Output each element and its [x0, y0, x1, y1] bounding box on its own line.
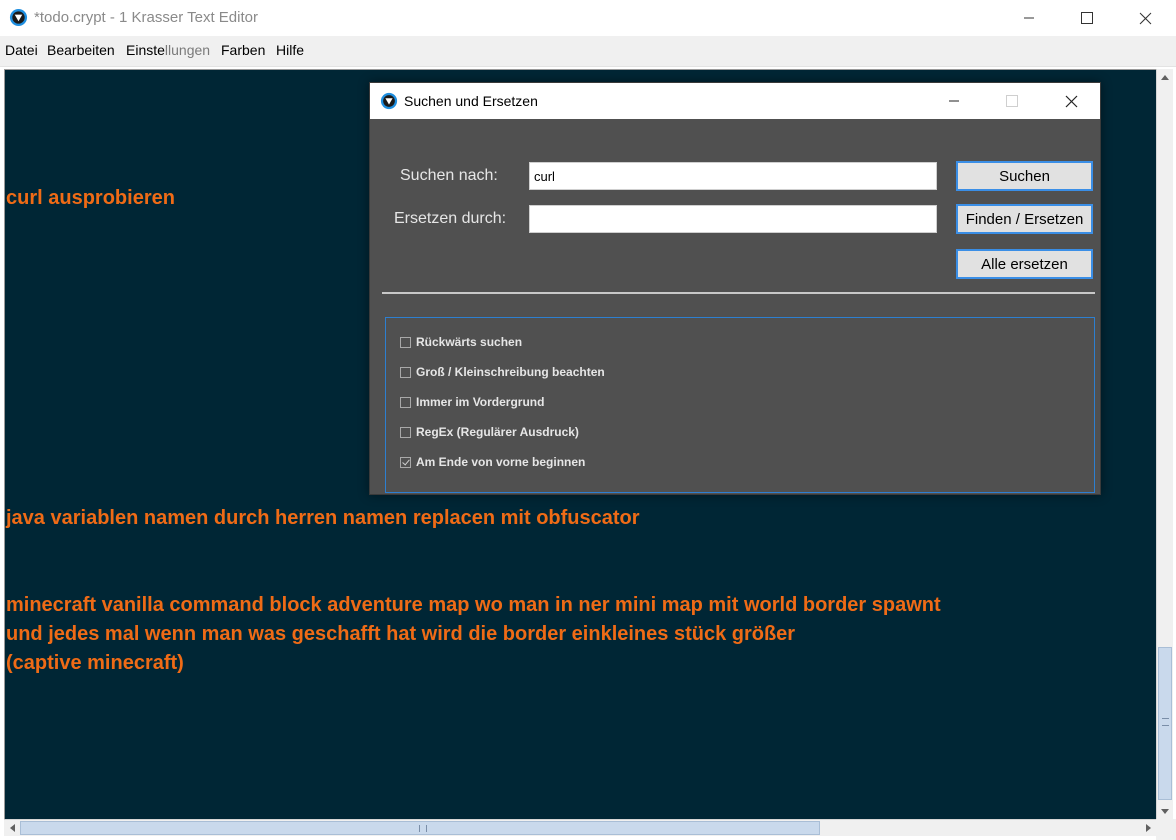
window-title: *todo.crypt - 1 Krasser Text Editor — [34, 9, 258, 26]
option-label: RegEx (Regulärer Ausdruck) — [416, 425, 579, 439]
dialog-close-button[interactable] — [1042, 83, 1100, 119]
grip-icon — [419, 825, 427, 832]
option-match-case[interactable]: Groß / Kleinschreibung beachten — [400, 364, 605, 380]
find-replace-button[interactable]: Finden / Ersetzen — [956, 204, 1093, 234]
scrollbar-corner — [1156, 819, 1176, 840]
checkbox[interactable] — [400, 396, 411, 408]
editor-line: java variablen namen durch herren namen … — [6, 507, 640, 529]
scroll-right-arrow[interactable] — [1140, 820, 1156, 836]
menu-einstellungen-part1: Einste — [126, 42, 165, 58]
app-logo-icon — [9, 8, 28, 27]
menu-farben[interactable]: Farben — [221, 42, 265, 58]
option-label: Groß / Kleinschreibung beachten — [416, 365, 605, 379]
scroll-down-arrow[interactable] — [1157, 803, 1173, 819]
option-always-on-top[interactable]: Immer im Vordergrund — [400, 394, 544, 410]
menu-bearbeiten[interactable]: Bearbeiten — [47, 42, 115, 58]
menu-einstellungen[interactable]: Einstellungen — [126, 42, 210, 58]
arrow-up-icon — [1161, 74, 1169, 80]
horizontal-scrollbar[interactable] — [4, 819, 1156, 836]
option-regex[interactable]: RegEx (Regulärer Ausdruck) — [400, 424, 579, 440]
option-wrap-around[interactable]: Am Ende von vorne beginnen — [400, 454, 585, 470]
minimize-icon — [1024, 17, 1034, 19]
close-icon — [1065, 95, 1077, 107]
search-input[interactable] — [529, 162, 937, 190]
dialog-minimize-button[interactable] — [925, 83, 983, 119]
replace-label: Ersetzen durch: — [394, 210, 507, 227]
search-replace-dialog: Suchen und Ersetzen Suchen nach: Ersetze… — [369, 82, 1101, 495]
search-button[interactable]: Suchen — [956, 161, 1093, 191]
separator — [382, 292, 1095, 294]
grip-icon — [1162, 718, 1169, 726]
app-logo-icon — [380, 92, 398, 110]
checkbox[interactable] — [400, 426, 411, 438]
option-label: Immer im Vordergrund — [416, 395, 545, 409]
search-label: Suchen nach: — [400, 167, 498, 184]
maximize-button[interactable] — [1058, 0, 1116, 36]
menu-datei[interactable]: Datei — [5, 42, 38, 58]
editor-line: minecraft vanilla command block adventur… — [6, 594, 941, 616]
editor-line: curl ausprobieren — [6, 187, 175, 209]
maximize-icon — [1081, 12, 1093, 24]
arrow-down-icon — [1161, 808, 1169, 814]
options-panel: Rückwärts suchen Groß / Kleinschreibung … — [385, 317, 1095, 493]
option-label: Am Ende von vorne beginnen — [416, 455, 586, 469]
menu-bar: Datei Bearbeiten Einstellungen Farben Hi… — [0, 36, 1176, 67]
arrow-right-icon — [1145, 824, 1151, 832]
menu-einstellungen-part2: llungen — [164, 42, 211, 58]
option-label: Rückwärts suchen — [416, 335, 523, 349]
minimize-button[interactable] — [1000, 0, 1058, 36]
scroll-up-arrow[interactable] — [1157, 69, 1173, 85]
dialog-maximize-button — [983, 83, 1041, 119]
title-bar: *todo.crypt - 1 Krasser Text Editor — [0, 0, 1176, 36]
option-backwards-search[interactable]: Rückwärts suchen — [400, 334, 522, 350]
close-icon — [1139, 12, 1151, 24]
checkbox-checked[interactable] — [400, 456, 411, 468]
dialog-title: Suchen und Ersetzen — [404, 93, 538, 109]
editor-line: (captive minecraft) — [6, 652, 184, 674]
scroll-left-arrow[interactable] — [4, 820, 20, 836]
menu-hilfe[interactable]: Hilfe — [276, 42, 304, 58]
checkbox[interactable] — [400, 336, 411, 348]
replace-all-button[interactable]: Alle ersetzen — [956, 249, 1093, 279]
vertical-scroll-thumb[interactable] — [1158, 647, 1172, 800]
horizontal-scroll-thumb[interactable] — [20, 821, 820, 835]
vertical-scrollbar[interactable] — [1156, 69, 1173, 819]
close-button[interactable] — [1116, 0, 1174, 36]
replace-input[interactable] — [529, 205, 937, 233]
maximize-icon — [1006, 95, 1018, 107]
minimize-icon — [949, 100, 959, 102]
arrow-left-icon — [9, 824, 15, 832]
editor-line: und jedes mal wenn man was geschafft hat… — [6, 623, 796, 645]
checkbox[interactable] — [400, 366, 411, 378]
dialog-title-bar: Suchen und Ersetzen — [370, 83, 1100, 119]
